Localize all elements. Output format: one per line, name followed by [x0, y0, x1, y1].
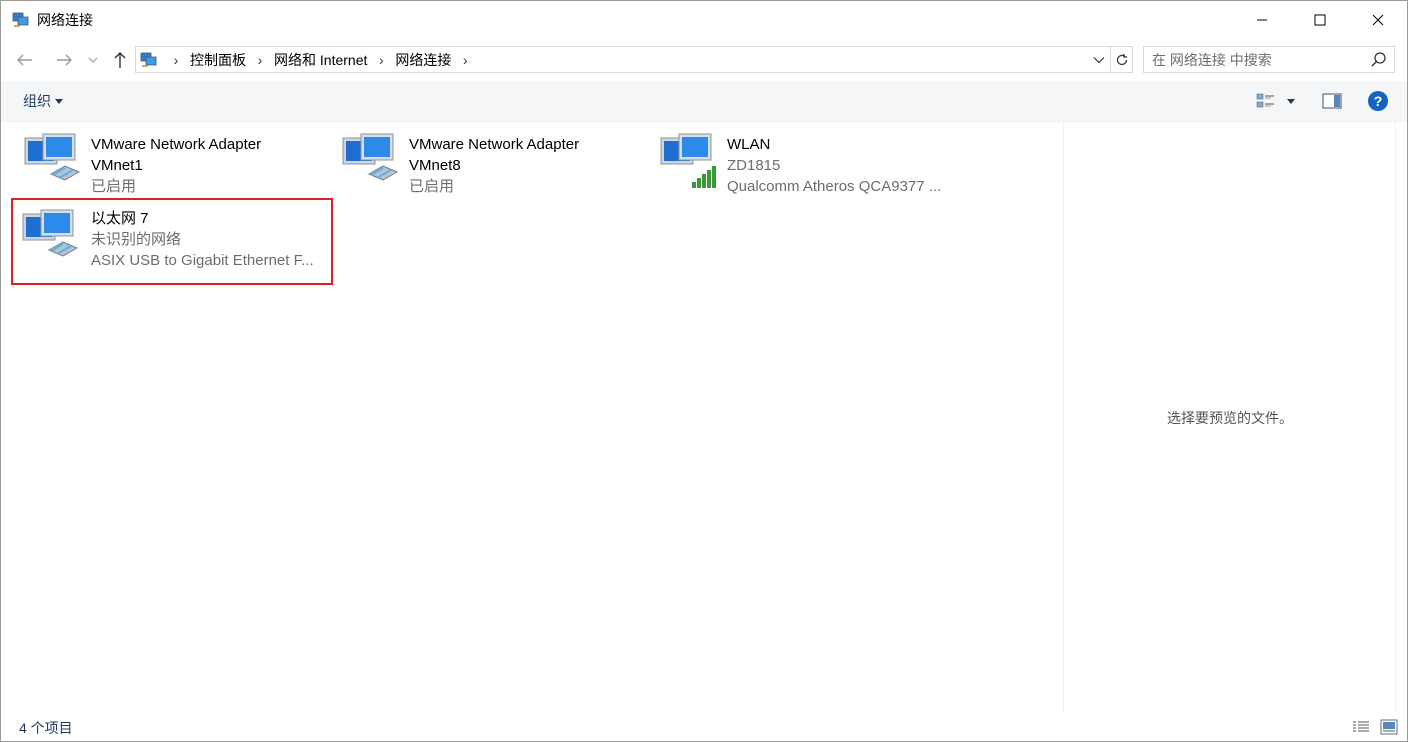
preview-pane-icon — [1322, 93, 1342, 109]
network-adapter-icon — [342, 133, 399, 181]
breadcrumb-network-connections[interactable]: 网络连接 — [393, 50, 453, 70]
help-button[interactable]: ? — [1367, 90, 1389, 112]
connection-name: WLAN — [727, 136, 771, 153]
change-view-button[interactable] — [1255, 90, 1277, 112]
connection-name-line2: VMnet1 — [91, 157, 143, 174]
explorer-window: 网络连接 › 控制面板 › 网络和 Internet › 网络连接 › 在 网络… — [0, 0, 1408, 742]
help-icon: ? — [1368, 91, 1388, 111]
navigation-bar: › 控制面板 › 网络和 Internet › 网络连接 › — [1, 39, 1407, 81]
network-adapter-icon — [24, 133, 81, 181]
connection-network: ZD1815 — [727, 157, 781, 174]
chevron-right-icon[interactable]: › — [248, 52, 272, 68]
recent-locations-button[interactable] — [83, 47, 103, 73]
connection-device: ASIX USB to Gigabit Ethernet F... — [91, 252, 314, 269]
search-icon[interactable] — [1370, 51, 1388, 69]
minimize-icon — [1257, 19, 1267, 21]
refresh-icon — [1116, 53, 1127, 65]
chevron-right-icon[interactable]: › — [369, 52, 393, 68]
status-bar: 4 个项目 — [1, 712, 1407, 741]
large-icons-view-icon — [1380, 719, 1398, 735]
view-options-dropdown[interactable] — [1283, 90, 1299, 112]
address-bar[interactable]: › 控制面板 › 网络和 Internet › 网络连接 › — [135, 46, 1111, 73]
connection-network: 未识别的网络 — [91, 231, 182, 248]
chevron-right-icon[interactable]: › — [164, 52, 188, 68]
breadcrumb: › 控制面板 › 网络和 Internet › 网络连接 › — [164, 47, 477, 72]
organize-label: 组织 — [23, 93, 51, 109]
wifi-adapter-icon — [660, 133, 716, 188]
preview-pane: 选择要预览的文件。 — [1063, 122, 1395, 712]
connection-item-wlan[interactable]: WLAN ZD1815 Qualcomm Atheros QCA9377 ... — [649, 124, 969, 204]
connection-device: Qualcomm Atheros QCA9377 ... — [727, 178, 942, 195]
window-title: 网络连接 — [37, 12, 93, 28]
refresh-button[interactable] — [1111, 46, 1133, 73]
connection-name: 以太网 7 — [91, 210, 149, 227]
search-box[interactable] — [1143, 46, 1395, 73]
back-button[interactable] — [12, 47, 38, 73]
maximize-icon — [1314, 14, 1326, 26]
connection-status: 已启用 — [409, 178, 455, 195]
pane-edge — [1395, 122, 1407, 712]
network-connections-icon — [12, 12, 29, 27]
chevron-down-icon — [88, 57, 98, 63]
chevron-right-icon[interactable]: › — [453, 52, 477, 68]
large-icons-view-button[interactable] — [1379, 718, 1399, 736]
caret-down-icon — [55, 98, 63, 104]
connection-status: 已启用 — [91, 178, 137, 195]
breadcrumb-network-internet[interactable]: 网络和 Internet — [272, 50, 369, 70]
connection-item-ethernet7[interactable]: 以太网 7 未识别的网络 ASIX USB to Gigabit Etherne… — [11, 198, 333, 285]
connection-item-vmnet8[interactable]: VMware Network Adapter VMnet8 已启用 — [331, 124, 651, 204]
close-button[interactable] — [1349, 1, 1407, 39]
minimize-button[interactable] — [1233, 1, 1291, 39]
search-input[interactable] — [1152, 50, 1362, 70]
svg-text:?: ? — [1374, 93, 1383, 109]
arrow-up-icon — [114, 52, 126, 68]
arrow-left-icon — [17, 54, 32, 66]
network-connections-icon — [140, 52, 157, 67]
arrow-right-icon — [57, 54, 72, 66]
close-icon — [1372, 14, 1384, 26]
connection-name-line2: VMnet8 — [409, 157, 461, 174]
chevron-down-icon — [1093, 56, 1105, 63]
change-view-icon — [1256, 93, 1274, 108]
connection-name: VMware Network Adapter — [409, 136, 580, 153]
forward-button[interactable] — [51, 47, 77, 73]
item-count: 4 个项目 — [19, 720, 73, 736]
organize-button[interactable]: 组织 — [23, 92, 63, 110]
breadcrumb-control-panel[interactable]: 控制面板 — [188, 50, 248, 70]
details-view-button[interactable] — [1351, 718, 1371, 736]
preview-message: 选择要预览的文件。 — [1167, 410, 1293, 426]
details-view-icon — [1353, 721, 1369, 732]
maximize-button[interactable] — [1291, 1, 1349, 39]
caret-down-icon — [1287, 98, 1295, 104]
connections-list: VMware Network Adapter VMnet1 已启用 VMware… — [1, 122, 1063, 712]
network-adapter-icon — [22, 209, 79, 257]
preview-pane-button[interactable] — [1321, 90, 1343, 112]
connection-name: VMware Network Adapter — [91, 136, 262, 153]
title-bar: 网络连接 — [1, 1, 1407, 39]
connection-item-vmnet1[interactable]: VMware Network Adapter VMnet1 已启用 — [13, 124, 333, 204]
address-history-button[interactable] — [1088, 47, 1110, 72]
command-bar: 组织 ? — [1, 81, 1407, 122]
up-button[interactable] — [107, 47, 133, 73]
